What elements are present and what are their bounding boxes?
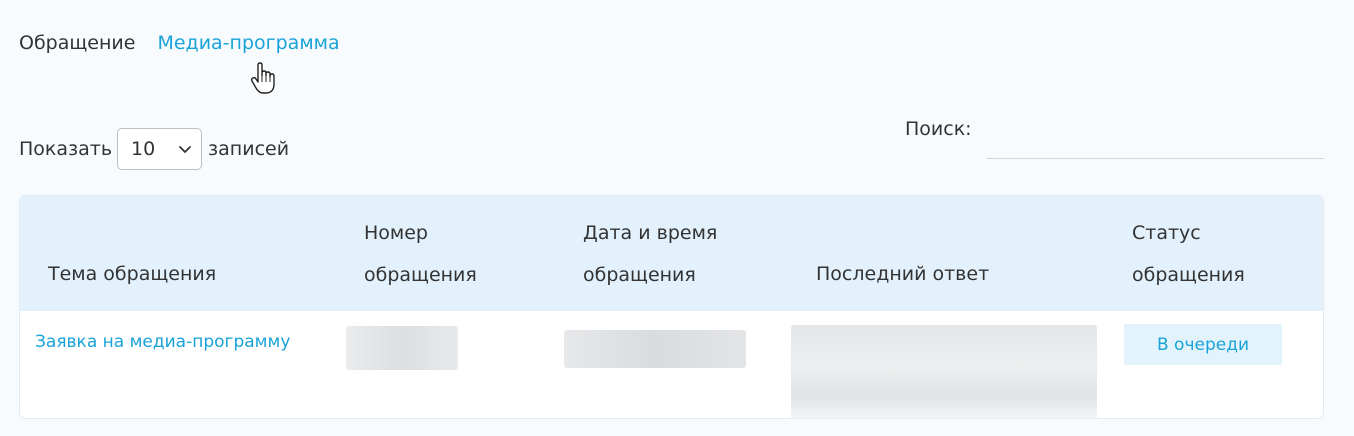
breadcrumb-item-appeal: Обращение [19,32,136,54]
status-badge: В очереди [1124,324,1282,365]
breadcrumb-item-media-program[interactable]: Медиа-программа [157,32,339,54]
column-header-label: Номер [364,222,428,244]
redacted-appeal-number [346,326,458,370]
redacted-appeal-datetime [564,330,746,368]
search-label: Поиск: [905,118,972,140]
page-length-prefix: Показать [19,138,113,160]
page-length-select[interactable]: 10 [117,128,203,170]
appeals-table: Тема обращения Номер обращения Дата и вр… [19,195,1324,419]
column-header-number[interactable]: Номер обращения [364,212,477,296]
column-header-last-reply[interactable]: Последний ответ [816,253,989,295]
column-header-status[interactable]: Статус обращения [1132,212,1245,296]
page-length-value: 10 [131,138,156,160]
column-header-topic[interactable]: Тема обращения [48,253,216,295]
chevron-down-icon [179,146,191,153]
column-header-label: Тема обращения [48,263,217,285]
column-header-label: Статус [1132,222,1201,244]
search-input[interactable] [987,116,1324,159]
breadcrumb: Обращение Медиа-программа [19,32,356,54]
table-header: Тема обращения Номер обращения Дата и вр… [20,196,1323,311]
hand-pointer-icon [250,62,275,94]
redacted-last-reply [791,325,1097,418]
column-header-label: Дата и время [583,222,718,244]
page-length-control: Показать 10 записей [19,128,289,170]
column-header-datetime[interactable]: Дата и время обращения [583,212,717,296]
column-header-label: Последний ответ [816,263,990,285]
page-length-suffix: записей [208,138,290,160]
column-header-label: обращения [364,264,477,286]
column-header-label: обращения [583,264,696,286]
column-header-label: обращения [1132,264,1245,286]
appeal-topic-link[interactable]: Заявка на медиа-программу [35,332,290,352]
